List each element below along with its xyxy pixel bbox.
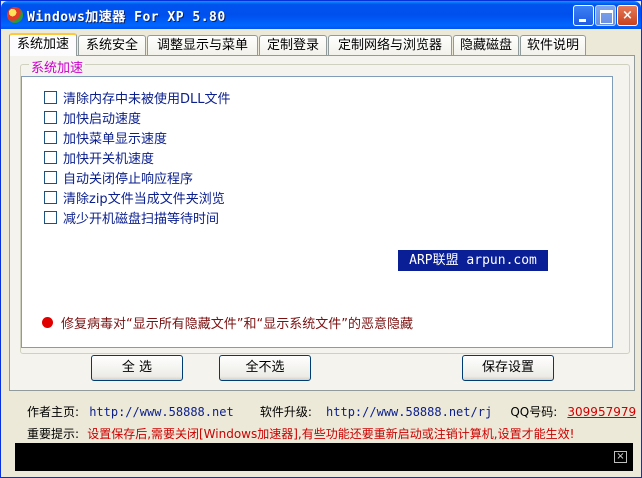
select-none-button[interactable]: 全不选 — [219, 355, 311, 381]
checkbox[interactable] — [44, 211, 57, 224]
tab-network-browser[interactable]: 定制网络与浏览器 — [328, 35, 452, 55]
promo-banner[interactable]: ARP联盟 arpun.com — [398, 250, 548, 271]
group-legend: 系统加速 — [29, 57, 86, 76]
checkbox[interactable] — [44, 111, 57, 124]
option-fast-boot[interactable]: 加快启动速度 — [44, 108, 142, 127]
author-link[interactable]: http://www.58888.net — [89, 405, 234, 419]
app-window: Windows加速器 For XP 5.80 × 系统加速 系统安全 调整显示与… — [0, 0, 642, 478]
notice-text: 设置保存后,需要关闭[Windows加速器],有些功能还要重新启动或注销计算机,… — [87, 427, 575, 441]
option-fast-menu[interactable]: 加快菜单显示速度 — [44, 128, 168, 147]
update-link[interactable]: http://www.58888.net/rj — [326, 405, 492, 419]
tab-about[interactable]: 软件说明 — [520, 35, 586, 55]
info-row: 作者主页: http://www.58888.net 软件升级: http://… — [27, 403, 636, 419]
select-all-button[interactable]: 全 选 — [91, 355, 183, 381]
checkbox[interactable] — [44, 151, 57, 164]
notice-row: 重要提示: 设置保存后,需要关闭[Windows加速器],有些功能还要重新启动或… — [27, 425, 574, 442]
status-bar: × — [15, 443, 633, 471]
option-zip-folder[interactable]: 清除zip文件当成文件夹浏览 — [44, 188, 225, 207]
option-auto-kill-hung[interactable]: 自动关闭停止响应程序 — [44, 168, 194, 187]
minimize-button[interactable] — [573, 5, 594, 26]
tab-system-security[interactable]: 系统安全 — [78, 35, 146, 55]
option-fast-shutdown[interactable]: 加快开关机速度 — [44, 148, 155, 167]
save-settings-button[interactable]: 保存设置 — [462, 355, 554, 381]
option-label: 清除内存中未被使用DLL文件 — [63, 92, 231, 107]
radio-dot-icon[interactable] — [42, 317, 53, 328]
option-label: 加快开关机速度 — [63, 152, 155, 167]
fix-option-label: 修复病毒对“显示所有隐藏文件”和“显示系统文件”的恶意隐藏 — [61, 317, 413, 332]
checkbox[interactable] — [44, 91, 57, 104]
tab-hide-disk[interactable]: 隐藏磁盘 — [453, 35, 519, 55]
notice-label: 重要提示: — [27, 427, 80, 441]
checkbox[interactable] — [44, 171, 57, 184]
qq-label: QQ号码: — [510, 405, 558, 419]
app-icon — [7, 7, 23, 23]
tab-system-speedup[interactable]: 系统加速 — [9, 33, 77, 56]
qq-number-link[interactable]: 309957979 — [567, 405, 636, 419]
close-icon[interactable]: × — [614, 451, 627, 463]
author-label: 作者主页: — [27, 405, 80, 419]
option-label: 自动关闭停止响应程序 — [63, 172, 194, 187]
update-label: 软件升级: — [259, 405, 312, 419]
options-list: 清除内存中未被使用DLL文件 加快启动速度 加快菜单显示速度 加快开关机速度 自… — [21, 76, 613, 348]
window-title: Windows加速器 For XP 5.80 — [27, 10, 226, 25]
option-clear-dll[interactable]: 清除内存中未被使用DLL文件 — [44, 88, 231, 107]
maximize-button[interactable] — [595, 5, 616, 26]
tab-display-menu[interactable]: 调整显示与菜单 — [147, 35, 258, 55]
checkbox[interactable] — [44, 131, 57, 144]
close-button[interactable]: × — [617, 5, 638, 26]
option-label: 加快菜单显示速度 — [63, 132, 168, 147]
option-label: 减少开机磁盘扫描等待时间 — [63, 212, 220, 227]
option-label: 加快启动速度 — [63, 112, 142, 127]
checkbox[interactable] — [44, 191, 57, 204]
title-bar[interactable]: Windows加速器 For XP 5.80 × — [1, 1, 641, 29]
option-disk-scan-wait[interactable]: 减少开机磁盘扫描等待时间 — [44, 208, 220, 227]
tab-custom-login[interactable]: 定制登录 — [259, 35, 327, 55]
option-label: 清除zip文件当成文件夹浏览 — [63, 192, 225, 207]
option-fix-hidden-files[interactable]: 修复病毒对“显示所有隐藏文件”和“显示系统文件”的恶意隐藏 — [42, 313, 413, 332]
